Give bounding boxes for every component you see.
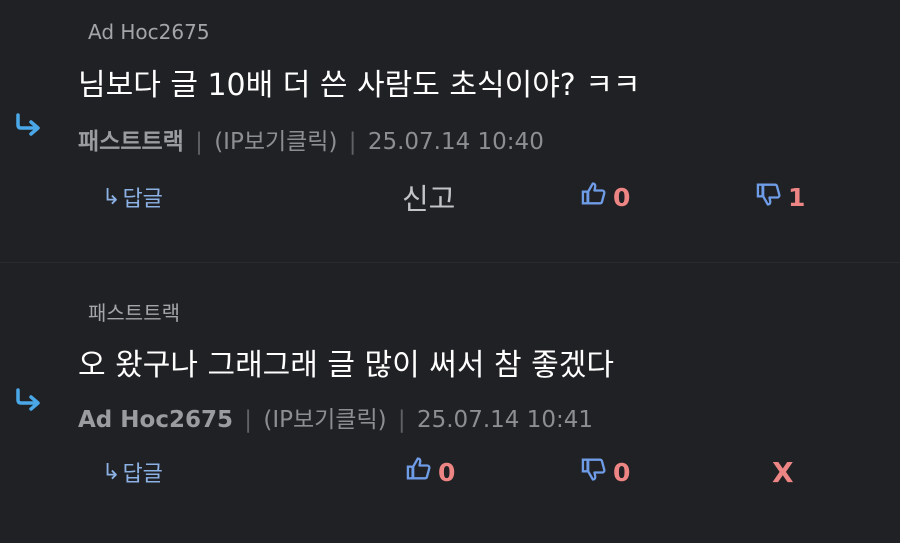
ip-view-link[interactable]: (IP보기클릭) <box>214 129 337 155</box>
reply-button[interactable]: ↳ 답글 <box>102 450 163 494</box>
comment-item: Ad Hoc2675 님보다 글 10배 더 쓴 사람도 초식이야? ㅋㅋ 패스… <box>0 0 900 262</box>
thumbs-down-icon <box>580 455 613 489</box>
thumbs-up-icon <box>405 455 438 489</box>
dislike-button[interactable]: 1 <box>755 175 805 219</box>
like-count: 0 <box>438 457 456 487</box>
reply-to-author[interactable]: Ad Hoc2675 <box>88 20 210 44</box>
dislike-button[interactable]: 0 <box>580 450 630 494</box>
delete-button[interactable]: X <box>772 450 794 494</box>
report-button[interactable]: 신고 <box>402 175 455 219</box>
comment-item: 패스트트랙 오 왔구나 그래그래 글 많이 써서 참 좋겠다 Ad Hoc267… <box>0 262 900 543</box>
separator: | <box>397 407 406 433</box>
reply-arrow-icon <box>14 113 44 137</box>
reply-button[interactable]: ↳ 답글 <box>102 175 163 219</box>
comment-meta: 패스트트랙 | (IP보기클릭) | 25.07.14 10:40 <box>78 122 544 156</box>
separator: | <box>195 129 203 155</box>
reply-to-author[interactable]: 패스트트랙 <box>88 297 180 326</box>
thumbs-down-icon <box>755 180 788 214</box>
comment-author[interactable]: 패스트트랙 <box>78 129 184 155</box>
comment-datetime: 25.07.14 10:40 <box>367 129 544 155</box>
separator: | <box>348 129 357 155</box>
dislike-count: 0 <box>613 457 631 487</box>
like-button[interactable]: 0 <box>580 175 630 219</box>
comment-author[interactable]: Ad Hoc2675 <box>78 407 233 433</box>
comment-meta: Ad Hoc2675 | (IP보기클릭) | 25.07.14 10:41 <box>78 400 593 434</box>
comment-actions: ↳ 답글 0 0 X <box>0 450 900 494</box>
reply-small-icon: ↳ <box>102 184 121 210</box>
separator: | <box>244 407 253 433</box>
reply-small-icon: ↳ <box>102 459 121 485</box>
like-count: 0 <box>613 182 631 212</box>
reply-label: 답글 <box>122 462 163 487</box>
comment-actions: ↳ 답글 신고 0 1 <box>0 175 900 219</box>
like-button[interactable]: 0 <box>405 450 455 494</box>
comment-text: 님보다 글 10배 더 쓴 사람도 초식이야? ㅋㅋ <box>78 68 641 103</box>
ip-view-link[interactable]: (IP보기클릭) <box>263 407 386 433</box>
comment-datetime: 25.07.14 10:41 <box>416 407 593 433</box>
comment-text: 오 왔구나 그래그래 글 많이 써서 참 좋겠다 <box>78 348 614 383</box>
dislike-count: 1 <box>788 182 806 212</box>
reply-arrow-icon <box>14 388 44 412</box>
reply-label: 답글 <box>122 187 163 212</box>
thumbs-up-icon <box>580 180 613 214</box>
